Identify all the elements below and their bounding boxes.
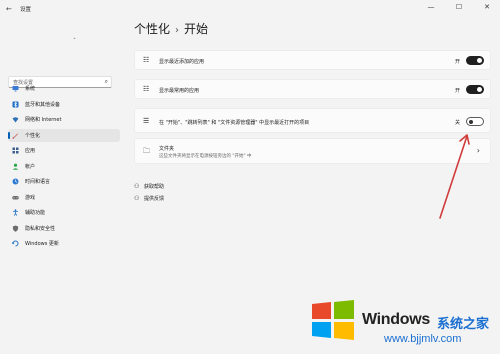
accessibility-icon <box>11 209 19 217</box>
maximize-button[interactable]: ☐ <box>454 3 464 11</box>
sidebar-item-9[interactable]: 辅助功能 <box>8 206 120 219</box>
update-icon <box>11 240 19 248</box>
toggle-switch[interactable] <box>466 85 484 94</box>
page-title: 个性化 › 开始 <box>134 20 208 37</box>
bluetooth-icon <box>11 100 19 108</box>
minimize-button[interactable]: — <box>426 3 436 11</box>
sidebar-item-label: 应用 <box>25 148 36 154</box>
sidebar-item-8[interactable]: 游戏 <box>8 191 120 204</box>
user-avatar-marker: ˆ <box>73 38 76 45</box>
setting-most-used-apps[interactable]: ☷ 显示最常用的应用 开 <box>134 79 491 99</box>
breadcrumb-separator: › <box>175 25 180 36</box>
sidebar-item-label: 辅助功能 <box>25 210 46 216</box>
sidebar-item-4[interactable]: 个性化 <box>8 128 120 142</box>
watermark-url: www.bjjmlv.com <box>384 333 462 345</box>
sidebar-item-label: 帐户 <box>25 163 36 170</box>
setting-label: 显示最近添加的应用 <box>159 59 205 65</box>
sidebar-item-2[interactable]: 蓝牙和其他设备 <box>8 98 120 111</box>
account-icon <box>11 162 19 170</box>
feedback-label: 提供反馈 <box>144 195 165 202</box>
breadcrumb-current: 开始 <box>184 22 209 36</box>
grid-icon: ☷ <box>143 56 150 64</box>
setting-label: 显示最常用的应用 <box>159 88 200 94</box>
back-button[interactable]: ← <box>6 5 12 13</box>
toggle-switch[interactable] <box>466 56 484 65</box>
sidebar: ˆ 查找设置 ⌕ 系统 蓝牙和其他设备 网络和 Internet 个性化 应用 帐户 时间和… <box>0 18 125 354</box>
chevron-right-icon: › <box>476 146 480 155</box>
app-title: 设置 <box>20 7 32 13</box>
setting-label: 文件夹 <box>159 146 175 152</box>
watermark-brand: Windows <box>362 311 430 328</box>
sidebar-item-label: 网络和 Internet <box>25 117 62 123</box>
sidebar-item-3[interactable]: 网络和 Internet <box>8 113 120 126</box>
sidebar-item-7[interactable]: 时间和语言 <box>8 175 120 188</box>
sidebar-item-label: 游戏 <box>25 194 36 201</box>
grid-icon: ☷ <box>143 85 150 93</box>
list-icon: ☰ <box>143 117 150 125</box>
sidebar-item-6[interactable]: 帐户 <box>8 160 120 173</box>
brush-icon <box>11 131 19 139</box>
get-help-label: 获取帮助 <box>144 183 165 190</box>
sidebar-item-label: 蓝牙和其他设备 <box>25 101 61 108</box>
help-icon: ⚇ <box>134 182 140 190</box>
monitor-icon <box>11 85 19 93</box>
apps-icon <box>11 147 19 155</box>
toggle-state-text: 开 <box>454 59 460 65</box>
wifi-icon <box>11 116 19 124</box>
sidebar-item-label: 时间和语言 <box>25 179 51 185</box>
title-bar: ← 设置 — ☐ ✕ <box>0 0 500 18</box>
sidebar-item-1[interactable]: 系统 <box>8 82 120 95</box>
setting-folders[interactable]: 🗀 文件夹 这些文件夹将显示在电源按钮旁边的 "开始" 中 › <box>134 138 491 164</box>
close-button[interactable]: ✕ <box>482 3 492 11</box>
toggle-switch[interactable] <box>466 117 484 126</box>
sidebar-item-label: 隐私和安全性 <box>25 225 56 232</box>
folder-icon: 🗀 <box>143 147 150 155</box>
get-help-link[interactable]: ⚇ 获取帮助 <box>134 180 164 192</box>
sidebar-item-label: 系统 <box>25 86 36 92</box>
gamepad-icon <box>11 193 19 201</box>
watermark-brand-cn: 系统之家 <box>437 317 490 332</box>
sidebar-item-11[interactable]: Windows 更新 <box>8 237 120 250</box>
breadcrumb-parent[interactable]: 个性化 <box>134 22 170 36</box>
help-links: ⚇ 获取帮助 ⚇ 提供反馈 <box>134 180 164 204</box>
sidebar-item-label: 个性化 <box>25 132 41 139</box>
sidebar-item-label: Windows 更新 <box>25 241 59 247</box>
sidebar-item-5[interactable]: 应用 <box>8 144 120 157</box>
toggle-state-text: 关 <box>454 120 460 126</box>
setting-label: 在 "开始"、"跳转列表" 和 "文件资源管理器" 中显示最近打开的项目 <box>159 120 310 126</box>
setting-recent-items[interactable]: ☰ 在 "开始"、"跳转列表" 和 "文件资源管理器" 中显示最近打开的项目 关 <box>134 108 491 133</box>
setting-recent-apps[interactable]: ☷ 显示最近添加的应用 开 <box>134 50 491 70</box>
shield-icon <box>11 224 19 232</box>
toggle-state-text: 开 <box>454 88 460 94</box>
feedback-link[interactable]: ⚇ 提供反馈 <box>134 192 164 204</box>
feedback-icon: ⚇ <box>134 194 140 202</box>
window-controls: — ☐ ✕ <box>426 3 492 11</box>
windows-logo-watermark <box>312 300 354 340</box>
setting-description: 这些文件夹将显示在电源按钮旁边的 "开始" 中 <box>159 154 252 159</box>
sidebar-item-10[interactable]: 隐私和安全性 <box>8 222 120 235</box>
globe-clock-icon <box>11 178 19 186</box>
